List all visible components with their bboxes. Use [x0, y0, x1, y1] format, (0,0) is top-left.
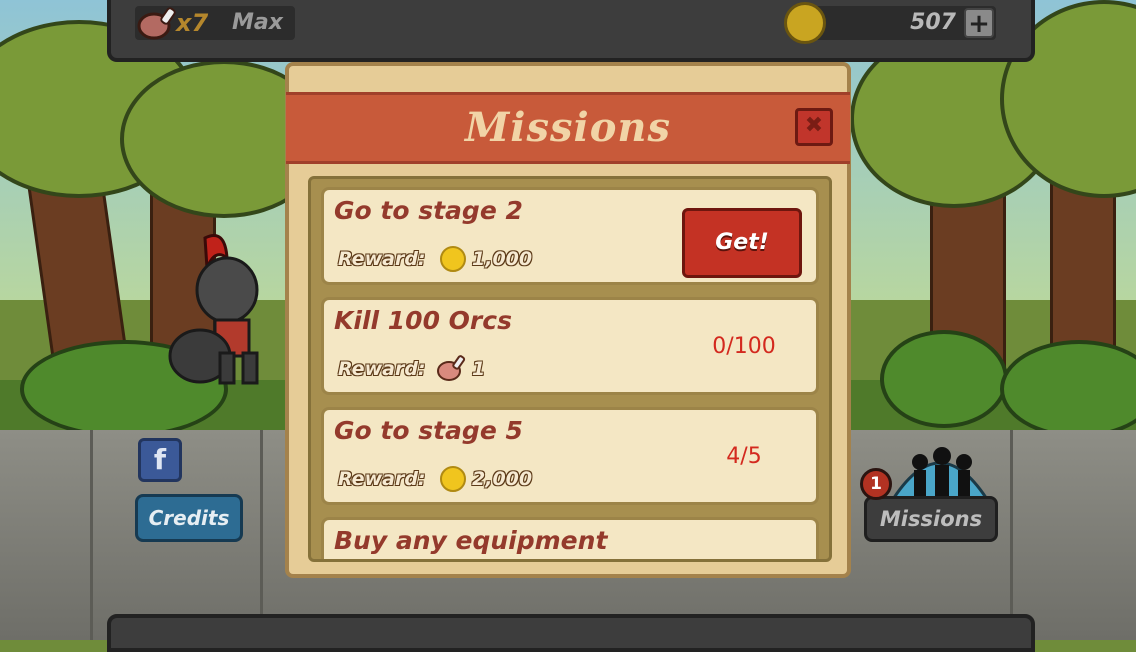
gold-coin-icon	[440, 466, 466, 492]
facebook-button[interactable]: f	[138, 438, 182, 482]
reward-value: 1,000	[472, 248, 533, 270]
gold-coin-icon	[784, 2, 826, 44]
cliff-crack	[90, 430, 93, 640]
meat-count: x7	[176, 9, 209, 37]
reward-value: 1	[472, 358, 486, 380]
cliff-crack	[260, 430, 263, 640]
mission-title: Kill 100 Orcs	[334, 306, 512, 335]
mission-card: Go to stage 2 Reward: 1,000 Get!	[321, 187, 819, 285]
missions-warriors-icon	[888, 447, 992, 504]
credits-button[interactable]: Credits	[135, 494, 243, 542]
mission-progress: 4/5	[726, 444, 762, 469]
meat-icon	[437, 355, 466, 381]
missions-notification-badge: 1	[860, 468, 892, 500]
gold-amount: 507	[910, 10, 956, 35]
missions-list[interactable]: Go to stage 2 Reward: 1,000 Get! Kill 10…	[308, 176, 832, 562]
gold-coin-icon	[440, 246, 466, 272]
mission-title: Go to stage 5	[334, 416, 523, 445]
knight-character	[168, 234, 259, 385]
reward-label: Reward:	[338, 248, 426, 270]
reward-label: Reward:	[338, 358, 426, 380]
cliff-crack	[1010, 430, 1013, 640]
add-gold-button[interactable]: +	[964, 8, 994, 38]
mission-title: Go to stage 2	[334, 196, 523, 225]
close-button[interactable]: ✖	[795, 108, 833, 146]
missions-button[interactable]: Missions	[864, 496, 998, 542]
mission-title: Buy any equipment	[334, 526, 608, 555]
dialog-title: Missions	[465, 104, 671, 151]
mission-card: Kill 100 Orcs Reward: 1 0/100	[321, 297, 819, 395]
bottom-hud-bar	[107, 614, 1035, 652]
max-label: Max	[232, 10, 283, 35]
bush	[880, 330, 1008, 428]
get-reward-button[interactable]: Get!	[682, 208, 802, 278]
mission-progress: 0/100	[712, 334, 776, 359]
mission-card: Buy any equipment	[321, 517, 819, 559]
reward-label: Reward:	[338, 468, 426, 490]
reward-value: 2,000	[472, 468, 533, 490]
meat-icon	[137, 7, 176, 40]
mission-card: Go to stage 5 Reward: 2,000 4/5	[321, 407, 819, 505]
